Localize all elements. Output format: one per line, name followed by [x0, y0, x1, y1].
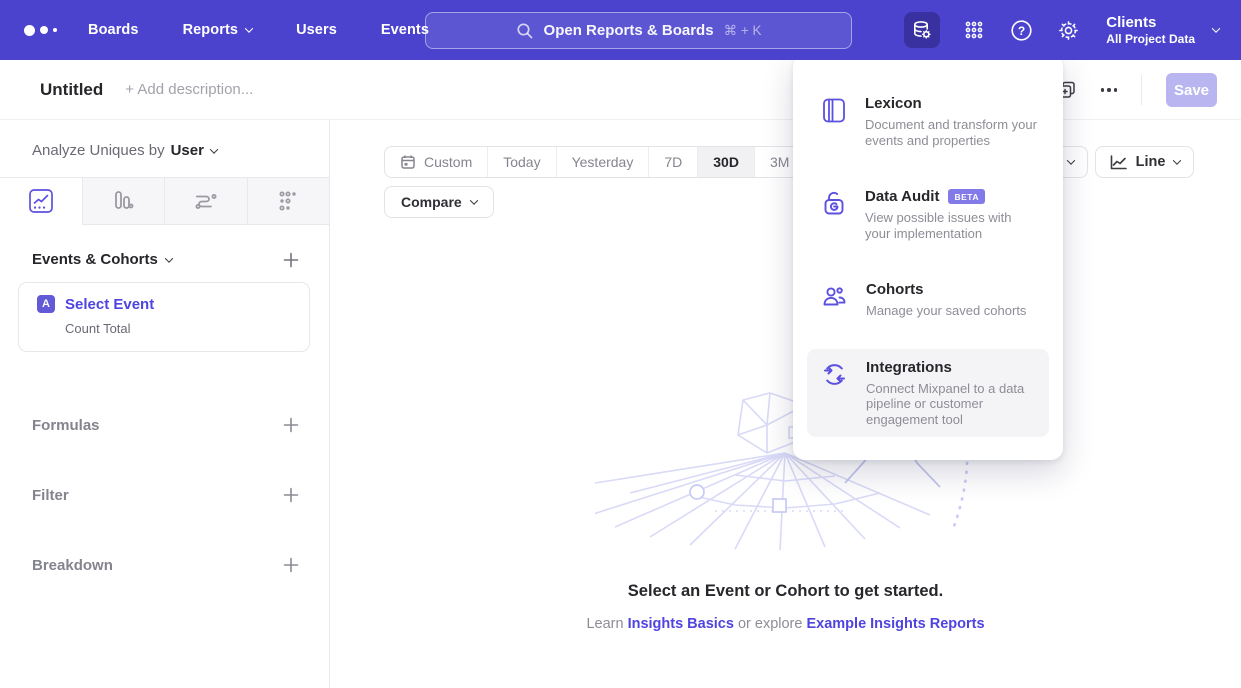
- select-event-card[interactable]: A Select Event Count Total: [18, 282, 310, 352]
- search-icon: [516, 22, 534, 40]
- range-today[interactable]: Today: [487, 147, 555, 177]
- cohorts-people-icon: [821, 281, 848, 319]
- calendar-icon: [400, 154, 416, 170]
- add-formula-button[interactable]: [283, 417, 299, 433]
- event-letter-badge: A: [37, 295, 55, 313]
- top-navigation-bar: Boards Reports Users Events Open Reports…: [0, 0, 1241, 60]
- line-style-icon: [1109, 154, 1128, 171]
- range-custom[interactable]: Custom: [385, 147, 487, 177]
- date-range-segmented-control: Custom Today Yesterday 7D 30D 3M 6M: [384, 146, 856, 178]
- mixpanel-insights-app: Boards Reports Users Events Open Reports…: [0, 0, 1241, 688]
- nav-reports[interactable]: Reports: [183, 22, 253, 38]
- gear-icon: [1057, 19, 1080, 42]
- menu-title: Data Audit: [865, 188, 939, 205]
- more-options-button[interactable]: [1101, 88, 1118, 92]
- menu-item-lexicon[interactable]: Lexicon Document and transform your even…: [807, 85, 1049, 158]
- query-builder-sidebar: Analyze Uniques by User: [0, 120, 330, 688]
- range-30d-selected[interactable]: 30D: [697, 147, 754, 177]
- report-title[interactable]: Untitled: [40, 80, 103, 100]
- menu-title: Lexicon: [865, 95, 1037, 112]
- global-search[interactable]: Open Reports & Boards ⌘ + K: [425, 12, 852, 49]
- menu-title: Cohorts: [866, 281, 1026, 298]
- dots-grid-icon: [276, 189, 300, 213]
- chevron-down-icon: [210, 145, 218, 153]
- chevron-down-icon: [1212, 24, 1220, 32]
- chevron-down-icon: [165, 254, 173, 262]
- bar-chart-icon: [110, 188, 136, 214]
- menu-description: View possible issues with your implement…: [865, 210, 1037, 241]
- chart-type-tabs: [0, 177, 329, 225]
- chevron-down-icon: [245, 24, 253, 32]
- menu-item-data-audit[interactable]: Data Audit BETA View possible issues wit…: [807, 178, 1049, 251]
- primary-nav: Boards Reports Users Events: [88, 22, 429, 38]
- beta-badge: BETA: [948, 189, 985, 204]
- count-total-label[interactable]: Count Total: [65, 321, 309, 336]
- range-7d[interactable]: 7D: [648, 147, 697, 177]
- nav-boards[interactable]: Boards: [88, 22, 139, 38]
- select-event-label[interactable]: Select Event: [65, 296, 154, 313]
- nav-events[interactable]: Events: [381, 22, 429, 38]
- project-selector[interactable]: Clients All Project Data: [1106, 14, 1219, 47]
- learn-prefix: Learn: [586, 616, 623, 632]
- tab-bar-chart[interactable]: [82, 178, 165, 225]
- tab-flow-chart[interactable]: [164, 178, 247, 225]
- tab-line-chart[interactable]: [0, 178, 82, 225]
- search-label: Open Reports & Boards: [544, 22, 714, 39]
- menu-item-integrations[interactable]: Integrations Connect Mixpanel to a data …: [807, 349, 1049, 438]
- settings-button[interactable]: [1055, 12, 1081, 48]
- line-chart-icon: [28, 188, 54, 214]
- tab-metric-chart[interactable]: [247, 178, 330, 225]
- add-breakdown-button[interactable]: [283, 557, 299, 573]
- chevron-down-icon: [469, 196, 477, 204]
- add-filter-button[interactable]: [283, 487, 299, 503]
- menu-description: Document and transform your events and p…: [865, 117, 1037, 148]
- project-name: Clients: [1106, 14, 1195, 32]
- mixpanel-logo[interactable]: [24, 25, 68, 36]
- menu-title: Integrations: [866, 359, 1037, 376]
- events-cohorts-header[interactable]: Events & Cohorts: [32, 251, 172, 268]
- analyze-value-dropdown[interactable]: User: [171, 142, 217, 159]
- help-button[interactable]: ?: [1008, 12, 1034, 48]
- save-button[interactable]: Save: [1166, 73, 1217, 107]
- empty-state: Select an Event or Cohort to get started…: [330, 582, 1241, 632]
- menu-description: Manage your saved cohorts: [866, 303, 1026, 319]
- data-management-button[interactable]: [904, 12, 940, 48]
- search-shortcut: ⌘ + K: [724, 23, 762, 39]
- flow-icon: [192, 188, 220, 214]
- or-explore-text: or explore: [738, 616, 802, 632]
- example-reports-link[interactable]: Example Insights Reports: [806, 616, 984, 632]
- range-yesterday[interactable]: Yesterday: [556, 147, 649, 177]
- grid-dots-icon: [964, 20, 984, 40]
- divider: [1141, 75, 1142, 105]
- database-gear-icon: [911, 19, 933, 41]
- project-scope: All Project Data: [1106, 32, 1195, 47]
- analyze-uniques-control: Analyze Uniques by User: [32, 142, 329, 159]
- filter-section-label: Filter: [32, 487, 69, 504]
- add-description-field[interactable]: + Add description...: [125, 81, 253, 98]
- data-audit-lock-icon: [821, 188, 847, 241]
- data-management-menu: Lexicon Document and transform your even…: [793, 55, 1063, 460]
- menu-description: Connect Mixpanel to a data pipeline or c…: [866, 381, 1037, 428]
- chevron-down-icon: [1067, 156, 1075, 164]
- nav-right-cluster: ? Clients All Project Data: [904, 0, 1241, 60]
- chart-style-dropdown[interactable]: Line: [1095, 146, 1194, 178]
- chart-canvas-area: Custom Today Yesterday 7D 30D 3M 6M Comp…: [330, 120, 1241, 688]
- nav-users[interactable]: Users: [296, 22, 337, 38]
- empty-state-title: Select an Event or Cohort to get started…: [330, 582, 1241, 601]
- help-icon: ?: [1010, 19, 1033, 42]
- insights-basics-link[interactable]: Insights Basics: [628, 616, 734, 632]
- apps-grid-button[interactable]: [961, 12, 987, 48]
- integrations-sync-icon: [821, 359, 848, 428]
- breakdown-section-label: Breakdown: [32, 557, 113, 574]
- menu-item-cohorts[interactable]: Cohorts Manage your saved cohorts: [807, 271, 1049, 329]
- compare-dropdown[interactable]: Compare: [384, 186, 494, 218]
- analyze-prefix-label: Analyze Uniques by: [32, 142, 165, 159]
- add-event-button[interactable]: [283, 252, 299, 268]
- svg-text:?: ?: [1018, 23, 1025, 37]
- lexicon-icon: [821, 95, 847, 148]
- chevron-down-icon: [1173, 156, 1181, 164]
- formulas-section-label: Formulas: [32, 417, 100, 434]
